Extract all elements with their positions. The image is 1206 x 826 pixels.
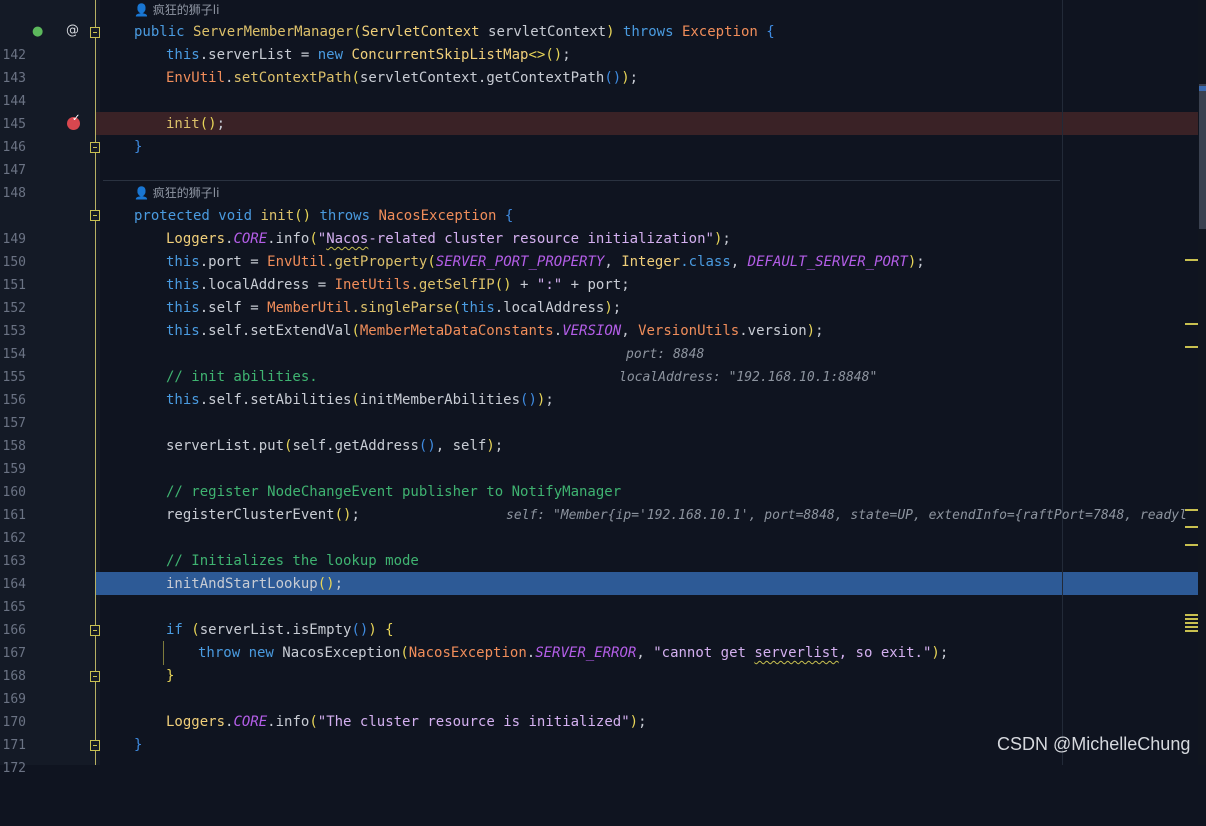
watermark: CSDN @MichelleChung	[997, 734, 1191, 754]
code-line-150[interactable]: 150 Loggers.CORE.info("Nacos-related clu…	[0, 228, 1198, 270]
code-line-168[interactable]: 168 throw new NacosException(NacosExcept…	[0, 642, 1198, 684]
code-line-167[interactable]: 167 if (serverList.isEmpty()) {	[0, 619, 1198, 661]
code-line-151[interactable]: 151 this.port = EnvUtil.getProperty(SERV…	[0, 251, 1198, 293]
code-editor[interactable]: 👤 疯狂的狮子li 👤 疯狂的狮子li ● @ 142 public Serve…	[0, 0, 1206, 776]
code-line-158[interactable]: 158	[0, 412, 1198, 454]
stripe-warning-mark[interactable]	[1185, 614, 1198, 616]
code-line-164[interactable]: 164 // Initializes the lookup mode	[0, 550, 1198, 592]
stripe-warning-mark[interactable]	[1185, 259, 1198, 261]
code-line-148[interactable]: 148	[0, 159, 1198, 201]
stripe-warning-mark[interactable]	[1185, 622, 1198, 624]
code-line-162[interactable]: 162 registerClusterEvent();	[0, 504, 1198, 546]
code-line-171[interactable]: 171 Loggers.CORE.info("The cluster resou…	[0, 711, 1198, 753]
stripe-warning-mark[interactable]	[1185, 544, 1198, 546]
code-line-157[interactable]: 157 this.self.setAbilities(initMemberAbi…	[0, 389, 1198, 431]
line-number: 172	[2, 761, 26, 776]
stripe-warning-mark[interactable]	[1185, 630, 1198, 632]
author-name: 疯狂的狮子li	[152, 3, 220, 17]
code-line-152[interactable]: 152 this.localAddress = InetUtils.getSel…	[0, 274, 1198, 362]
stripe-warning-mark[interactable]	[1185, 346, 1198, 348]
code-line-156[interactable]: 156 // init abilities.	[0, 366, 1198, 408]
code-line-143[interactable]: 143 this.serverList = new ConcurrentSkip…	[0, 44, 1198, 86]
code-line-142[interactable]: 142 public ServerMemberManager(ServletCo…	[0, 21, 1198, 63]
author-inlay-1[interactable]: 👤 疯狂的狮子li	[134, 0, 219, 20]
stripe-warning-mark[interactable]	[1185, 323, 1198, 325]
code-line-163[interactable]: 163	[0, 527, 1198, 569]
code-line-144[interactable]: 144 EnvUtil.setContextPath(servletContex…	[0, 67, 1198, 109]
code-line-155[interactable]: 155	[0, 343, 1198, 385]
code-line-161[interactable]: 161 // register NodeChangeEvent publishe…	[0, 481, 1198, 523]
code-line-169[interactable]: 169 }	[0, 665, 1198, 707]
code-line-166[interactable]: 166	[0, 596, 1198, 638]
code-line-147[interactable]: 147 }	[0, 136, 1198, 178]
code-line-159[interactable]: 159 serverList.put(self.getAddress(), se…	[0, 435, 1198, 523]
stripe-warning-mark[interactable]	[1185, 509, 1198, 511]
stripe-warning-mark[interactable]	[1185, 526, 1198, 528]
author-inlay-2[interactable]: 👤 疯狂的狮子li	[134, 183, 219, 203]
stripe-warning-mark[interactable]	[1185, 626, 1198, 628]
scroll-position-marker	[1199, 86, 1206, 91]
stripe-warning-mark[interactable]	[1185, 618, 1198, 620]
code-line-165[interactable]: 165 initAndStartLookup();	[0, 573, 1198, 615]
code-line-146[interactable]: 146 init();	[0, 113, 1198, 155]
code-line-154[interactable]: 154 this.self.setExtendVal(MemberMetaDat…	[0, 320, 1198, 362]
line-number: 148	[2, 186, 26, 201]
code-line-170[interactable]: 170	[0, 688, 1198, 730]
scrollbar-thumb[interactable]	[1199, 84, 1206, 229]
code-line-160[interactable]: 160	[0, 458, 1198, 500]
author-name: 疯狂的狮子li	[152, 186, 220, 200]
code-line-149[interactable]: 149 protected void init() throws NacosEx…	[0, 205, 1198, 247]
code-line-145[interactable]: 145	[0, 90, 1198, 132]
code-line-153[interactable]: 153 this.self = MemberUtil.singleParse(t…	[0, 297, 1198, 385]
